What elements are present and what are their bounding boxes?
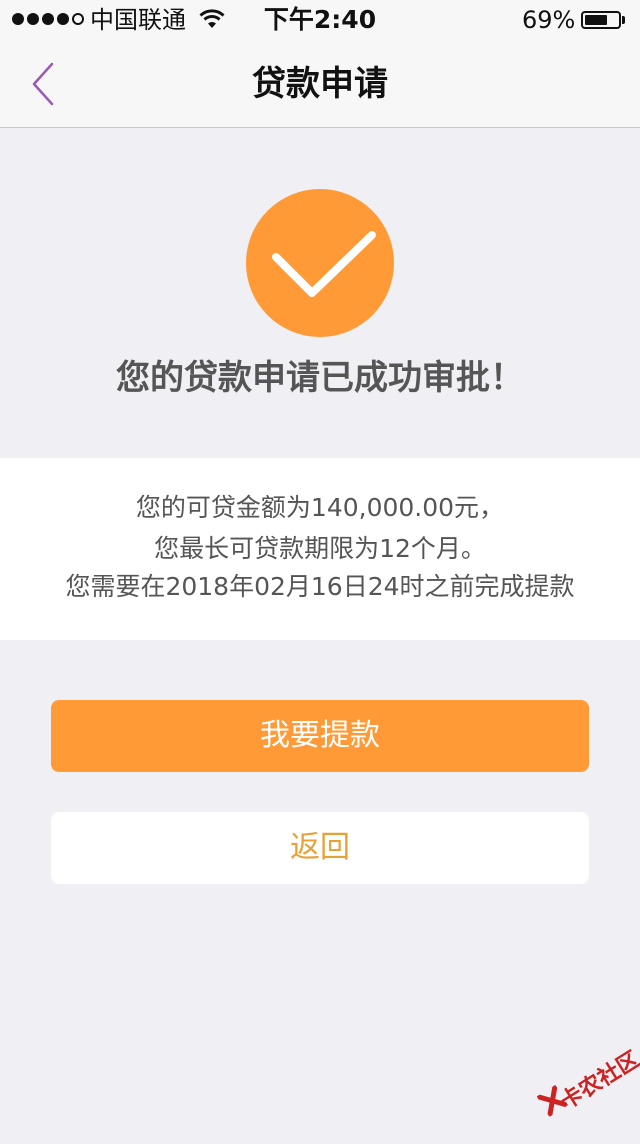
watermark-text: 卡农社区	[556, 1047, 640, 1115]
success-check-icon	[246, 189, 394, 337]
loan-term-text: 您最长可贷款期限为12个月。	[154, 534, 486, 563]
withdraw-deadline-text: 您需要在2018年02月16日24时之前完成提款	[65, 572, 575, 601]
loan-amount-text: 您的可贷金额为140,000.00元，	[135, 493, 505, 522]
battery-tip	[622, 16, 625, 24]
battery-percent: 69%	[522, 6, 576, 34]
success-message: 您的贷款申请已成功审批！	[116, 358, 524, 398]
loan-info-card: 您的可贷金额为140,000.00元， 您最长可贷款期限为12个月。 您需要在2…	[0, 458, 640, 640]
battery-icon	[581, 11, 621, 29]
watermark-logo: 卡农社区	[528, 1032, 640, 1144]
navigation-bar: 贷款申请	[0, 40, 640, 128]
return-button[interactable]: 返回	[51, 812, 589, 884]
status-bar: 中国联通 下午2:40 69%	[0, 0, 640, 40]
withdraw-button[interactable]: 我要提款	[51, 700, 589, 772]
page-title: 贷款申请	[252, 64, 388, 104]
